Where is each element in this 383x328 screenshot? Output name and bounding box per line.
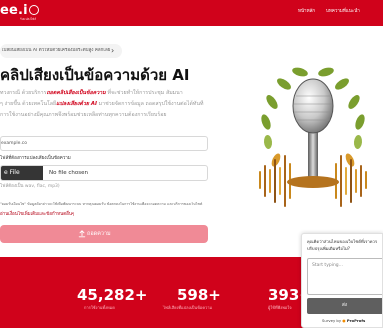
announcement-banner[interactable]: เปลี่ยนเสียงเป็น AI ตัวใหม่ด้วยเครื่องมื… [0,44,122,58]
terms-link[interactable]: อ่านเงื่อนไขเพิ่มเติมและข้อกำหนดอื่นๆ [0,212,74,218]
nav-item-articles[interactable]: บทความที่แนะนำ [326,9,360,15]
file-format-hint: ไฟล์ต้องเป็น wav, flac, mp3) [0,184,60,189]
top-navigation-bar: ee.i รับแปลงไฟล์ หน้าหลัก บทความที่แนะนำ [0,0,383,26]
upload-icon [78,230,86,238]
email-field-value: example.co [1,141,28,146]
page-title: คลิปเสียงเป็นข้อความด้วย AI [0,66,190,84]
survey-credit-prefix: Survey by [322,318,342,323]
microphone-head [292,78,334,134]
chevron-right-icon: › [111,46,115,55]
survey-question: คุณคิดว่าส่วนไหนของเว็บไซต์ที่เราควรปรับ… [307,239,378,251]
hero-description: ทวงกรณี ด้วยบริการถอดคลิปเสียงเป็นข้อควา… [0,88,226,121]
microphone-illustration [259,67,367,207]
stat-label-usage: การใช้งานทั้งหมด [84,305,115,310]
survey-answer-input[interactable]: Start typing... [307,258,382,295]
proprofs-logo-icon: ● [342,318,346,323]
survey-send-label: ส่ง [342,303,347,308]
microphone-base [287,176,339,188]
logo-text: ee.i [0,3,28,18]
file-status-text: No file chosen [49,170,88,176]
announcement-text: เปลี่ยนเสียงเป็น AI ตัวใหม่ด้วยเครื่องมื… [2,48,110,53]
survey-answer-placeholder: Start typing... [312,263,343,268]
stat-value-files: 598+ [177,286,221,304]
file-field-label: ไฟล์ที่ต้องการแปลงเสียงเป็นข้อความ [0,156,71,161]
convert-button[interactable]: ถอดความ [0,225,208,243]
stat-label-users: ผู้ใช้ที่พึงพอใจ [268,305,292,310]
convert-button-label: ถอดความ [87,231,111,237]
consent-checkbox-label[interactable]: "ยอมรับเงื่อนไข" ข้อมูลดังกล่าวจะใช้เพื่… [0,202,210,207]
desc-highlight-1: ถอดคลิปเสียงเป็นข้อความ [46,90,106,96]
survey-credit[interactable]: Survey by ● ProProfs [322,318,365,324]
desc-part-1: ทวงกรณี ด้วยบริการ [0,90,47,96]
stat-value-usage: 45,282+ [77,286,148,304]
choose-file-button[interactable]: e File [1,166,43,180]
desc-part-5: การใช้งานอย่างมีคุณภาพจึงพร้อมช่วยเหลือท… [0,112,167,118]
feedback-survey-widget: คุณคิดว่าส่วนไหนของเว็บไซต์ที่เราควรปรับ… [301,233,383,328]
survey-send-button[interactable]: ส่ง [307,298,382,314]
stat-label-files: ไฟล์เสียงที่แปลงเป็นข้อความ [163,305,213,310]
logo-badge-icon [28,4,39,15]
logo-tagline: รับแปลงไฟล์ [20,17,37,21]
email-field[interactable]: example.co [0,136,208,151]
desc-part-4: มาช่วยจัดการข้อมูล ถอดสรุปใช้งานต่อได้ทั… [96,101,204,107]
desc-part-3: ๆ ง่ายขึ้น ด้วยเทคโนโลยี [0,101,57,107]
file-upload-input[interactable]: e File No file chosen [0,165,208,181]
desc-highlight-2: แปลงเสียงด้วย AI [56,101,97,107]
microphone-stand [308,128,318,180]
nav-item-home[interactable]: หน้าหลัก [298,9,315,15]
desc-part-2: ที่จะช่วยทำให้การประชุม สัมมนา [105,90,183,96]
survey-credit-brand: ProProfs [346,318,366,323]
